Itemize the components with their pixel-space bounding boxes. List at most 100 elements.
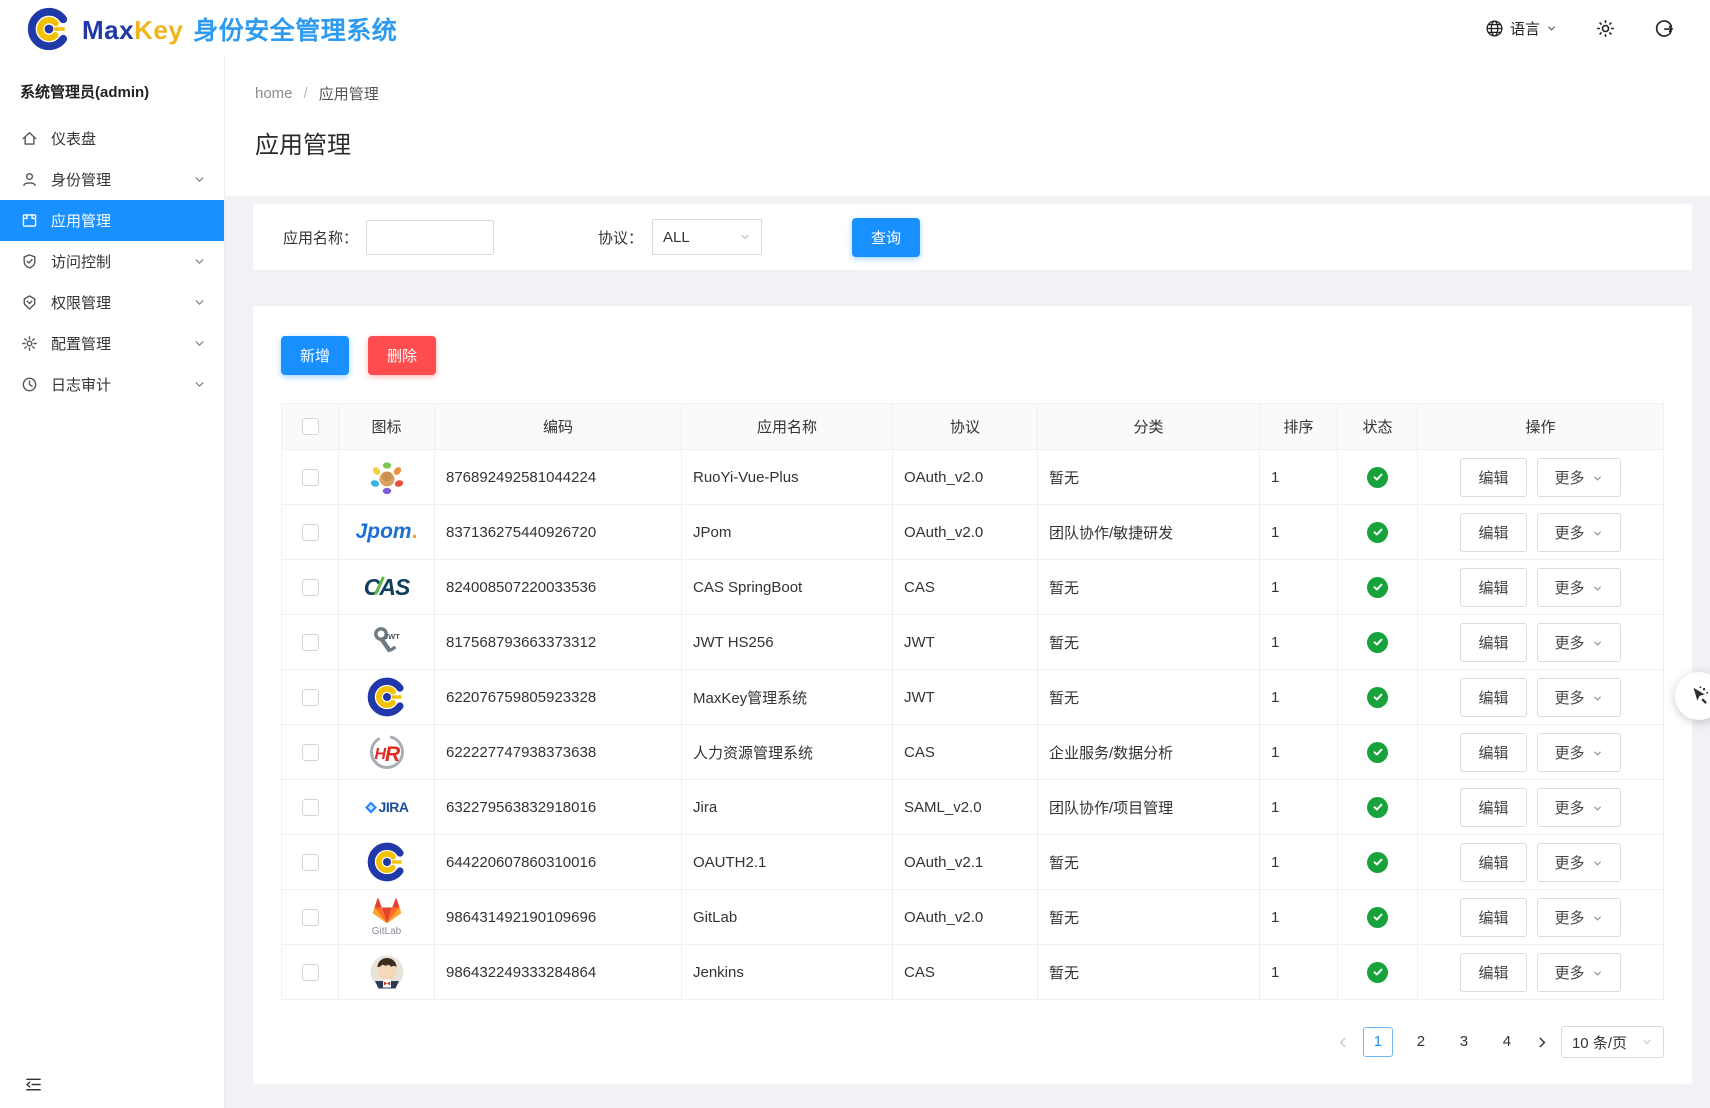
app-name-input[interactable] bbox=[366, 220, 494, 255]
page-button-4[interactable]: 4 bbox=[1492, 1027, 1522, 1057]
edit-button[interactable]: 编辑 bbox=[1460, 513, 1526, 552]
more-button[interactable]: 更多 bbox=[1537, 513, 1621, 552]
more-button[interactable]: 更多 bbox=[1537, 623, 1621, 662]
search-button[interactable]: 查询 bbox=[852, 218, 920, 257]
more-button[interactable]: 更多 bbox=[1537, 898, 1621, 937]
edit-button[interactable]: 编辑 bbox=[1460, 678, 1526, 717]
next-page-button[interactable] bbox=[1535, 1036, 1548, 1049]
table-row: HR622227747938373638人力资源管理系统CAS企业服务/数据分析… bbox=[282, 725, 1664, 780]
more-button[interactable]: 更多 bbox=[1537, 788, 1621, 827]
row-checkbox[interactable] bbox=[302, 689, 319, 706]
app-code: 824008507220033536 bbox=[435, 560, 682, 615]
app-name: JPom bbox=[682, 505, 893, 560]
more-button[interactable]: 更多 bbox=[1537, 678, 1621, 717]
sidebar-collapse-button[interactable] bbox=[24, 1075, 43, 1094]
protocol-select[interactable]: ALL bbox=[652, 219, 762, 255]
breadcrumb-home-link[interactable]: home bbox=[255, 85, 293, 102]
app-code: 837136275440926720 bbox=[435, 505, 682, 560]
edit-button[interactable]: 编辑 bbox=[1460, 568, 1526, 607]
chevron-down-icon bbox=[1592, 913, 1603, 924]
page-button-3[interactable]: 3 bbox=[1449, 1027, 1479, 1057]
row-checkbox[interactable] bbox=[302, 744, 319, 761]
more-button[interactable]: 更多 bbox=[1537, 733, 1621, 772]
app-logo[interactable]: MaxKey身份安全管理系统 bbox=[26, 6, 397, 52]
add-button[interactable]: 新增 bbox=[281, 336, 349, 375]
row-checkbox[interactable] bbox=[302, 964, 319, 981]
table-row: 622076759805923328MaxKey管理系统JWT暂无1编辑更多 bbox=[282, 670, 1664, 725]
select-all-checkbox[interactable] bbox=[302, 418, 319, 435]
table-toolbar: 新增 删除 bbox=[281, 336, 1664, 375]
page-size-select[interactable]: 10 条/页 bbox=[1561, 1026, 1664, 1058]
logout-button[interactable] bbox=[1654, 19, 1674, 39]
app-name: CAS SpringBoot bbox=[682, 560, 893, 615]
current-user: 系统管理员(admin) bbox=[0, 57, 224, 118]
app-category: 暂无 bbox=[1038, 945, 1260, 1000]
brand-subtitle: 身份安全管理系统 bbox=[193, 17, 397, 45]
edit-button[interactable]: 编辑 bbox=[1460, 458, 1526, 497]
sidebar-item-0[interactable]: 仪表盘 bbox=[0, 118, 224, 159]
app-name: RuoYi-Vue-Plus bbox=[682, 450, 893, 505]
app-protocol: CAS bbox=[893, 725, 1038, 780]
app-sort: 1 bbox=[1260, 890, 1338, 945]
chevron-down-icon bbox=[739, 231, 751, 243]
language-switcher[interactable]: 语言 bbox=[1485, 18, 1557, 39]
pagination: 1234 10 条/页 bbox=[281, 1026, 1664, 1058]
edit-button[interactable]: 编辑 bbox=[1460, 733, 1526, 772]
more-button[interactable]: 更多 bbox=[1537, 843, 1621, 882]
edit-button[interactable]: 编辑 bbox=[1460, 843, 1526, 882]
chevron-down-icon bbox=[1592, 583, 1603, 594]
prev-page-button[interactable] bbox=[1337, 1036, 1350, 1049]
more-button[interactable]: 更多 bbox=[1537, 458, 1621, 497]
sidebar-item-label: 仪表盘 bbox=[51, 128, 96, 149]
edit-button[interactable]: 编辑 bbox=[1460, 788, 1526, 827]
protocol-label: 协议： bbox=[598, 227, 643, 248]
row-checkbox[interactable] bbox=[302, 634, 319, 651]
table-row: JIRA632279563832918016JiraSAML_v2.0团队协作/… bbox=[282, 780, 1664, 835]
app-sort: 1 bbox=[1260, 560, 1338, 615]
app-category: 团队协作/敏捷研发 bbox=[1038, 505, 1260, 560]
row-checkbox[interactable] bbox=[302, 579, 319, 596]
row-checkbox[interactable] bbox=[302, 799, 319, 816]
app-code: 632279563832918016 bbox=[435, 780, 682, 835]
jira-logo: JIRA bbox=[365, 786, 409, 828]
sidebar-item-2[interactable]: 应用管理 bbox=[0, 200, 224, 241]
app-category: 暂无 bbox=[1038, 670, 1260, 725]
logout-icon bbox=[1654, 19, 1674, 39]
app-sort: 1 bbox=[1260, 725, 1338, 780]
sidebar-item-6[interactable]: 日志审计 bbox=[0, 364, 224, 405]
sidebar-item-label: 身份管理 bbox=[51, 169, 111, 190]
row-checkbox[interactable] bbox=[302, 469, 319, 486]
sidebar-item-5[interactable]: 配置管理 bbox=[0, 323, 224, 364]
app-protocol: CAS bbox=[893, 560, 1038, 615]
sidebar-item-4[interactable]: 权限管理 bbox=[0, 282, 224, 323]
app-name: Jenkins bbox=[682, 945, 893, 1000]
chevron-down-icon bbox=[1592, 858, 1603, 869]
config-icon bbox=[21, 335, 38, 352]
page-button-2[interactable]: 2 bbox=[1406, 1027, 1436, 1057]
sidebar: 系统管理员(admin) 仪表盘身份管理应用管理访问控制权限管理配置管理日志审计 bbox=[0, 57, 225, 1108]
app-sort: 1 bbox=[1260, 835, 1338, 890]
app-code: 622227747938373638 bbox=[435, 725, 682, 780]
app-code: 622076759805923328 bbox=[435, 670, 682, 725]
identity-icon bbox=[21, 171, 38, 188]
chevron-down-icon bbox=[1546, 23, 1557, 34]
column-header-6: 状态 bbox=[1338, 404, 1418, 450]
sidebar-item-3[interactable]: 访问控制 bbox=[0, 241, 224, 282]
edit-button[interactable]: 编辑 bbox=[1460, 898, 1526, 937]
page-button-1[interactable]: 1 bbox=[1363, 1027, 1393, 1057]
sidebar-item-1[interactable]: 身份管理 bbox=[0, 159, 224, 200]
chevron-down-icon bbox=[193, 378, 206, 391]
row-checkbox[interactable] bbox=[302, 909, 319, 926]
edit-button[interactable]: 编辑 bbox=[1460, 623, 1526, 662]
row-checkbox[interactable] bbox=[302, 854, 319, 871]
status-active-icon bbox=[1367, 742, 1388, 763]
settings-button[interactable] bbox=[1595, 18, 1616, 39]
delete-button[interactable]: 删除 bbox=[368, 336, 436, 375]
chevron-down-icon bbox=[1641, 1036, 1653, 1048]
app-sort: 1 bbox=[1260, 615, 1338, 670]
more-button[interactable]: 更多 bbox=[1537, 953, 1621, 992]
row-checkbox[interactable] bbox=[302, 524, 319, 541]
more-button[interactable]: 更多 bbox=[1537, 568, 1621, 607]
edit-button[interactable]: 编辑 bbox=[1460, 953, 1526, 992]
chevron-down-icon bbox=[1592, 473, 1603, 484]
